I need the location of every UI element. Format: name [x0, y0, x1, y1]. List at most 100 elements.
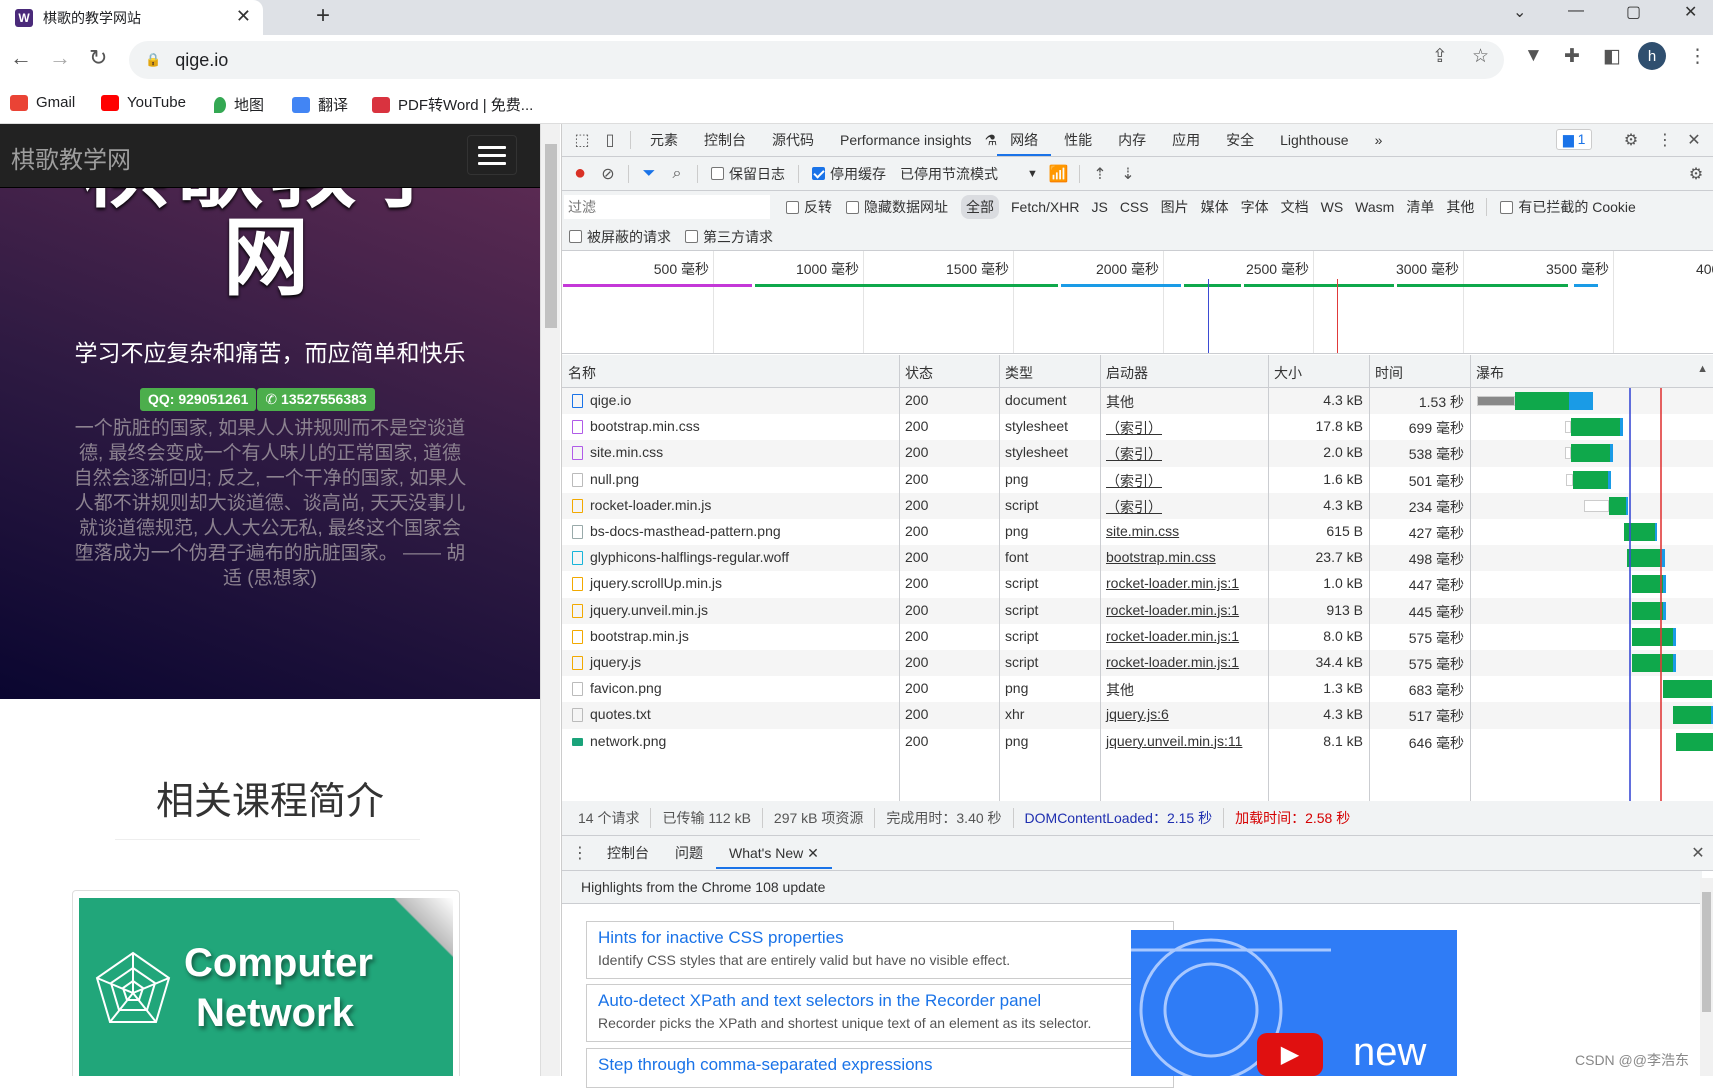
youtube-play-icon[interactable]: ▶ [1257, 1033, 1323, 1076]
more-tabs-button[interactable]: » [1362, 132, 1396, 148]
new-tab-button[interactable]: + [316, 2, 330, 30]
checkbox[interactable] [812, 167, 825, 180]
drawer-tab-issues[interactable]: 问题 [662, 843, 716, 863]
devtools-tab-2[interactable]: 源代码 [759, 130, 827, 150]
filter-input[interactable] [564, 195, 770, 219]
type-filter-1[interactable]: Fetch/XHR [1011, 199, 1079, 215]
devtools-tab-0[interactable]: 元素 [637, 130, 691, 150]
profile-avatar[interactable]: h [1638, 42, 1666, 70]
column-header-3[interactable]: 启动器 [1106, 363, 1148, 383]
devtools-tab-7[interactable]: 应用 [1159, 130, 1213, 150]
drawer-menu-icon[interactable]: ⋮ [566, 843, 594, 863]
extension-v-icon[interactable]: ▼ [1524, 45, 1543, 67]
devtools-tab-3[interactable]: Performance insights [827, 132, 985, 148]
card-title-link[interactable]: Hints for inactive CSS properties [598, 928, 1162, 948]
back-icon[interactable]: ← [10, 45, 32, 71]
column-header-6[interactable]: 瀑布 [1476, 363, 1504, 383]
table-row[interactable]: rocket-loader.min.js 200 script （索引） 4.3 kB 2… [562, 492, 1713, 519]
request-initiator[interactable]: bootstrap.min.css [1106, 549, 1216, 565]
page-scrollbar[interactable] [540, 124, 560, 1076]
column-header-5[interactable]: 时间 [1375, 363, 1403, 383]
checkbox[interactable] [846, 200, 859, 214]
checkbox[interactable] [786, 200, 799, 214]
devtools-tab-5[interactable]: 性能 [1051, 130, 1105, 150]
devtools-tab-6[interactable]: 内存 [1105, 130, 1159, 150]
reload-icon[interactable]: ↻ [89, 45, 107, 71]
issues-badge[interactable]: ▆ 1 [1556, 129, 1593, 150]
search-icon[interactable]: ⌕ [663, 165, 691, 183]
table-row[interactable]: network.png 200 png jquery.unveil.min.js:11… [562, 729, 1713, 755]
bookmark-maps[interactable]: 地图 [214, 94, 264, 115]
bookmark-gmail[interactable]: Gmail [10, 94, 75, 111]
devtools-tab-4[interactable]: 网络 [997, 124, 1052, 156]
record-icon[interactable]: ● [566, 162, 594, 185]
table-row[interactable]: qige.io 200 document 其他 4.3 kB 1.53 秒 [562, 388, 1713, 415]
column-header-0[interactable]: 名称 [568, 363, 596, 383]
card-title-link[interactable]: Auto-detect XPath and text selectors in … [598, 991, 1162, 1011]
type-filter-0[interactable]: 全部 [961, 195, 999, 219]
import-har-icon[interactable]: ⇡ [1086, 164, 1114, 184]
checkbox[interactable] [685, 230, 698, 243]
type-filter-4[interactable]: 图片 [1161, 197, 1189, 217]
device-toolbar-icon[interactable]: ▯ [596, 130, 624, 150]
bookmark-translate[interactable]: 翻译 [292, 94, 348, 115]
browser-tab[interactable]: W 棋歌的教学网站 ✕ [0, 0, 263, 35]
close-devtools-icon[interactable]: ✕ [1680, 130, 1708, 150]
request-initiator[interactable]: jquery.unveil.min.js:11 [1106, 733, 1242, 749]
address-bar[interactable]: 🔒 qige.io [129, 41, 1504, 79]
close-tab-icon[interactable]: ✕ [807, 845, 819, 861]
blocked-cookies-checkbox[interactable]: 有已拦截的 Cookie [1500, 197, 1636, 217]
close-tab-icon[interactable]: ✕ [236, 6, 251, 27]
type-filter-11[interactable]: 其他 [1446, 197, 1474, 217]
table-row[interactable]: site.min.css 200 stylesheet （索引） 2.0 kB 538 毫… [562, 440, 1713, 467]
sort-ascending-icon[interactable]: ▲ [1697, 363, 1708, 375]
request-initiator[interactable]: （索引） [1106, 497, 1162, 517]
tab-search-icon[interactable]: ⌄ [1513, 2, 1526, 22]
settings-gear-icon[interactable]: ⚙ [1617, 130, 1645, 150]
table-row[interactable]: bootstrap.min.js 200 script rocket-loader.m… [562, 624, 1713, 650]
devtools-tab-9[interactable]: Lighthouse [1267, 132, 1362, 148]
table-row[interactable]: bootstrap.min.css 200 stylesheet （索引） 17.8 k… [562, 414, 1713, 440]
window-close-icon[interactable]: ✕ [1684, 2, 1697, 22]
type-filter-10[interactable]: 清单 [1406, 197, 1434, 217]
request-initiator[interactable]: rocket-loader.min.js:1 [1106, 575, 1239, 591]
invert-checkbox[interactable]: 反转 [786, 197, 832, 217]
forward-icon[interactable]: → [49, 45, 71, 71]
blocked-requests-checkbox[interactable]: 被屏蔽的请求 [569, 227, 671, 247]
whats-new-card[interactable]: Auto-detect XPath and text selectors in … [586, 984, 1174, 1042]
bookmark-youtube[interactable]: YouTube [101, 94, 186, 111]
extensions-puzzle-icon[interactable]: ✚ [1564, 45, 1580, 68]
bookmark-star-icon[interactable]: ☆ [1472, 45, 1489, 68]
bookmark-pdf[interactable]: PDF转Word | 免费... [372, 94, 533, 115]
browser-menu-icon[interactable]: ⋮ [1688, 45, 1707, 68]
type-filter-2[interactable]: JS [1091, 199, 1107, 215]
maximize-icon[interactable]: ▢ [1626, 2, 1641, 22]
network-conditions-icon[interactable]: 📶 [1045, 164, 1073, 184]
filter-icon[interactable]: ⏷ [635, 165, 663, 183]
hamburger-menu-button[interactable] [467, 135, 517, 175]
table-row[interactable]: bs-docs-masthead-pattern.png 200 png site.m… [562, 519, 1713, 545]
request-initiator[interactable]: （索引） [1106, 471, 1162, 491]
request-initiator[interactable]: rocket-loader.min.js:1 [1106, 654, 1239, 670]
close-drawer-icon[interactable]: ✕ [1684, 843, 1712, 863]
request-initiator[interactable]: （索引） [1106, 418, 1162, 438]
drawer-tab-console[interactable]: 控制台 [594, 843, 662, 863]
type-filter-3[interactable]: CSS [1120, 199, 1149, 215]
type-filter-8[interactable]: WS [1321, 199, 1344, 215]
type-filter-6[interactable]: 字体 [1241, 197, 1269, 217]
whats-new-card[interactable]: Hints for inactive CSS properties Identif… [586, 921, 1174, 979]
throttling-select[interactable]: 已停用节流模式 ▼ [900, 164, 1038, 184]
table-row[interactable]: jquery.unveil.min.js 200 script rocket-load… [562, 597, 1713, 624]
checkbox[interactable] [711, 167, 724, 180]
type-filter-9[interactable]: Wasm [1355, 199, 1394, 215]
table-row[interactable]: favicon.png 200 png 其他 1.3 kB 683 毫秒 [562, 676, 1713, 702]
table-row[interactable]: quotes.txt 200 xhr jquery.js:6 4.3 kB 517 毫秒 [562, 702, 1713, 729]
minimize-icon[interactable]: — [1568, 2, 1584, 20]
request-initiator[interactable]: rocket-loader.min.js:1 [1106, 602, 1239, 618]
type-filter-7[interactable]: 文档 [1281, 197, 1309, 217]
network-settings-icon[interactable]: ⚙ [1682, 164, 1710, 184]
request-initiator[interactable]: rocket-loader.min.js:1 [1106, 628, 1239, 644]
checkbox[interactable] [569, 230, 582, 243]
course-card[interactable]: Computer Network [72, 890, 460, 1076]
share-icon[interactable]: ⇪ [1432, 45, 1448, 68]
